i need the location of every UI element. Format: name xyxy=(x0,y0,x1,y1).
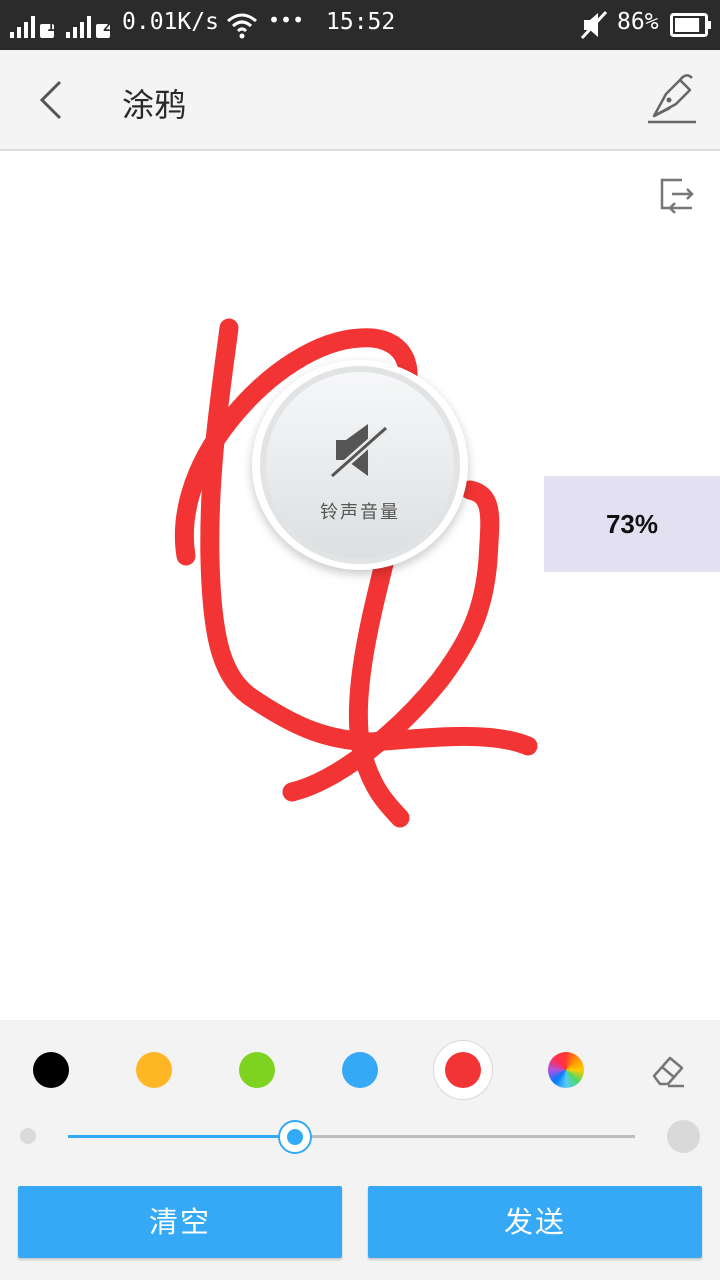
page-title: 涂鸦 xyxy=(122,86,187,124)
speaker-muted-icon xyxy=(330,424,389,479)
battery-percent: 86% xyxy=(617,9,659,35)
min-size-indicator xyxy=(20,1128,36,1144)
sim1-badge: 1 xyxy=(47,20,55,35)
clear-button[interactable]: 清空 xyxy=(18,1186,342,1258)
color-swatch-green[interactable] xyxy=(239,1052,275,1088)
sim2-badge: 2 xyxy=(103,20,111,35)
color-swatch-blue[interactable] xyxy=(342,1052,378,1088)
switch-screen-icon xyxy=(660,178,694,214)
volume-percent-badge: 73% xyxy=(544,476,720,572)
status-bar: 1 2 0.01K/s ••• 15:52 86% xyxy=(0,0,720,50)
ringtone-volume-toast: 铃声音量 xyxy=(252,360,468,570)
mute-icon xyxy=(580,10,608,40)
switch-screen-button[interactable] xyxy=(652,174,702,216)
color-swatch-orange[interactable] xyxy=(136,1052,172,1088)
max-size-indicator xyxy=(667,1120,700,1153)
network-speed: 0.01K/s xyxy=(122,9,219,35)
slider-fill xyxy=(68,1135,295,1138)
battery-icon xyxy=(670,13,711,37)
volume-label: 铃声音量 xyxy=(320,502,400,523)
back-button[interactable] xyxy=(28,72,78,128)
brush-size-slider[interactable] xyxy=(0,1116,720,1156)
slider-track[interactable] xyxy=(68,1120,635,1154)
doodle-screen: 1 2 0.01K/s ••• 15:52 86% 涂鸦 铃声音量 73% 清空… xyxy=(0,0,720,1280)
wifi-icon xyxy=(227,13,257,39)
tool-panel: 清空 发送 xyxy=(0,1020,720,1280)
send-button[interactable]: 发送 xyxy=(368,1186,702,1258)
drawing-canvas[interactable] xyxy=(0,152,720,1020)
app-header: 涂鸦 xyxy=(0,50,720,151)
eraser-button[interactable] xyxy=(648,1050,688,1090)
slider-thumb[interactable] xyxy=(277,1120,312,1154)
color-swatch-custom[interactable] xyxy=(548,1052,584,1088)
doodle-strokes xyxy=(174,318,538,828)
color-swatch-black[interactable] xyxy=(33,1052,69,1088)
more-indicator: ••• xyxy=(268,8,305,32)
color-swatch-red[interactable] xyxy=(445,1052,481,1088)
eraser-icon xyxy=(652,1056,684,1088)
signature-pen-button[interactable] xyxy=(640,70,702,132)
pen-signature-icon xyxy=(648,74,696,124)
chevron-left-icon xyxy=(39,80,62,120)
clock: 15:52 xyxy=(326,9,396,35)
